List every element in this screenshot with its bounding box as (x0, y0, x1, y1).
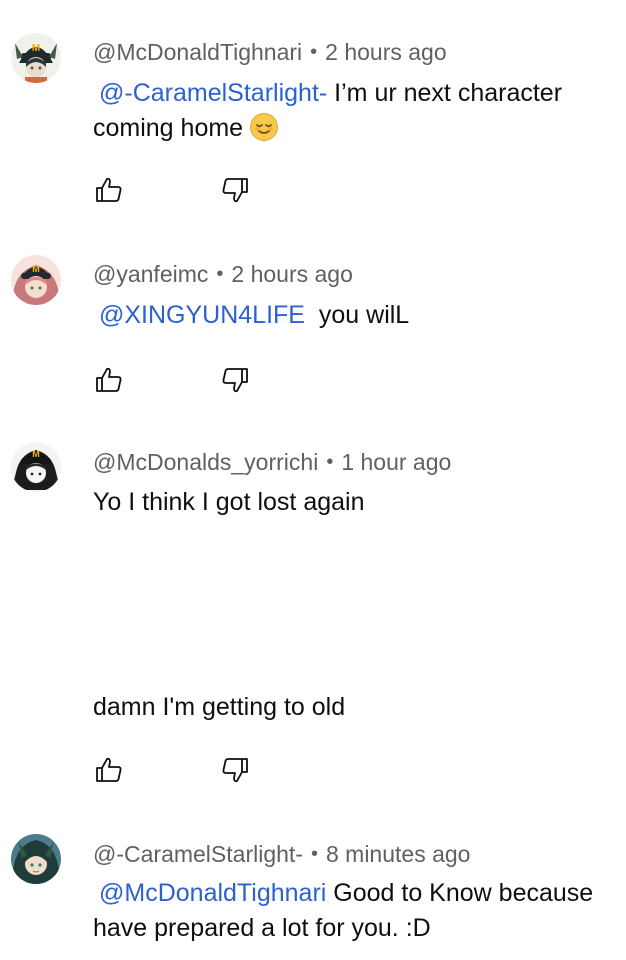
caramelstarlight-avatar (11, 834, 61, 884)
dislike-button[interactable] (219, 174, 251, 206)
thumbs-up-icon (96, 757, 122, 782)
comment-meta: @yanfeimc • 2 hours ago (93, 260, 353, 290)
like-button[interactable] (93, 174, 125, 206)
comment-body: @XINGYUN4LIFE you wilL (93, 298, 626, 333)
timestamp[interactable]: 2 hours ago (325, 39, 446, 65)
avatar[interactable]: M (11, 442, 61, 492)
avatar[interactable]: M (11, 33, 61, 83)
avatar[interactable] (11, 834, 61, 884)
avatar[interactable]: M (11, 255, 61, 305)
comment-body-line-2: damn I'm getting to old (93, 693, 346, 721)
author-name[interactable]: @-CaramelStarlight- (93, 841, 303, 867)
dislike-button[interactable] (219, 754, 251, 786)
svg-text:M: M (32, 449, 40, 459)
like-button[interactable] (93, 754, 125, 786)
thumbs-down-icon (222, 178, 248, 203)
tighnari-mcdonalds-avatar: M (11, 33, 61, 83)
comment-body: @-CaramelStarlight- I’m ur next characte… (93, 76, 626, 146)
author-name[interactable]: @McDonaldTighnari (93, 39, 302, 65)
svg-text:M: M (32, 264, 40, 274)
author-name[interactable]: @yanfeimc (93, 261, 208, 287)
yorrichi-mcdonalds-avatar: M (11, 442, 61, 492)
separator-dot: • (310, 41, 318, 63)
separator-dot: • (326, 451, 334, 473)
like-button[interactable] (93, 364, 125, 396)
timestamp[interactable]: 2 hours ago (231, 261, 352, 287)
comment-body-line-1: Yo I think I got lost again (93, 488, 365, 516)
comment-body-line-2: have prepared a lot for you. :D (93, 914, 431, 942)
comment-text: Good to Know because (333, 879, 594, 907)
thumbs-up-icon (96, 367, 122, 392)
separator-dot: • (310, 843, 318, 865)
timestamp[interactable]: 8 minutes ago (326, 841, 470, 867)
dislike-button[interactable] (219, 364, 251, 396)
comment-meta: @McDonaldTighnari • 2 hours ago (93, 38, 447, 68)
yanfei-mcdonalds-avatar: M (11, 255, 61, 305)
svg-text:M: M (32, 43, 40, 54)
thumbs-up-icon (96, 177, 122, 202)
thumbs-down-icon (222, 758, 248, 783)
comment-body-line-1: @McDonaldTighnari Good to Know because (93, 876, 626, 911)
relieved-face-emoji (249, 112, 279, 142)
thumbs-down-icon (222, 368, 248, 393)
comment-meta: @McDonalds_yorrichi • 1 hour ago (93, 448, 451, 478)
mention-link[interactable]: @McDonaldTighnari (99, 879, 326, 907)
author-name[interactable]: @McDonalds_yorrichi (93, 449, 318, 475)
comment-text: you wilL (318, 301, 410, 329)
separator-dot: • (216, 263, 224, 285)
mention-link[interactable]: @-CaramelStarlight- (99, 79, 327, 107)
mention-link[interactable]: @XINGYUN4LIFE (99, 301, 305, 329)
timestamp[interactable]: 1 hour ago (341, 449, 451, 475)
comment-meta: @-CaramelStarlight- • 8 minutes ago (93, 840, 470, 870)
